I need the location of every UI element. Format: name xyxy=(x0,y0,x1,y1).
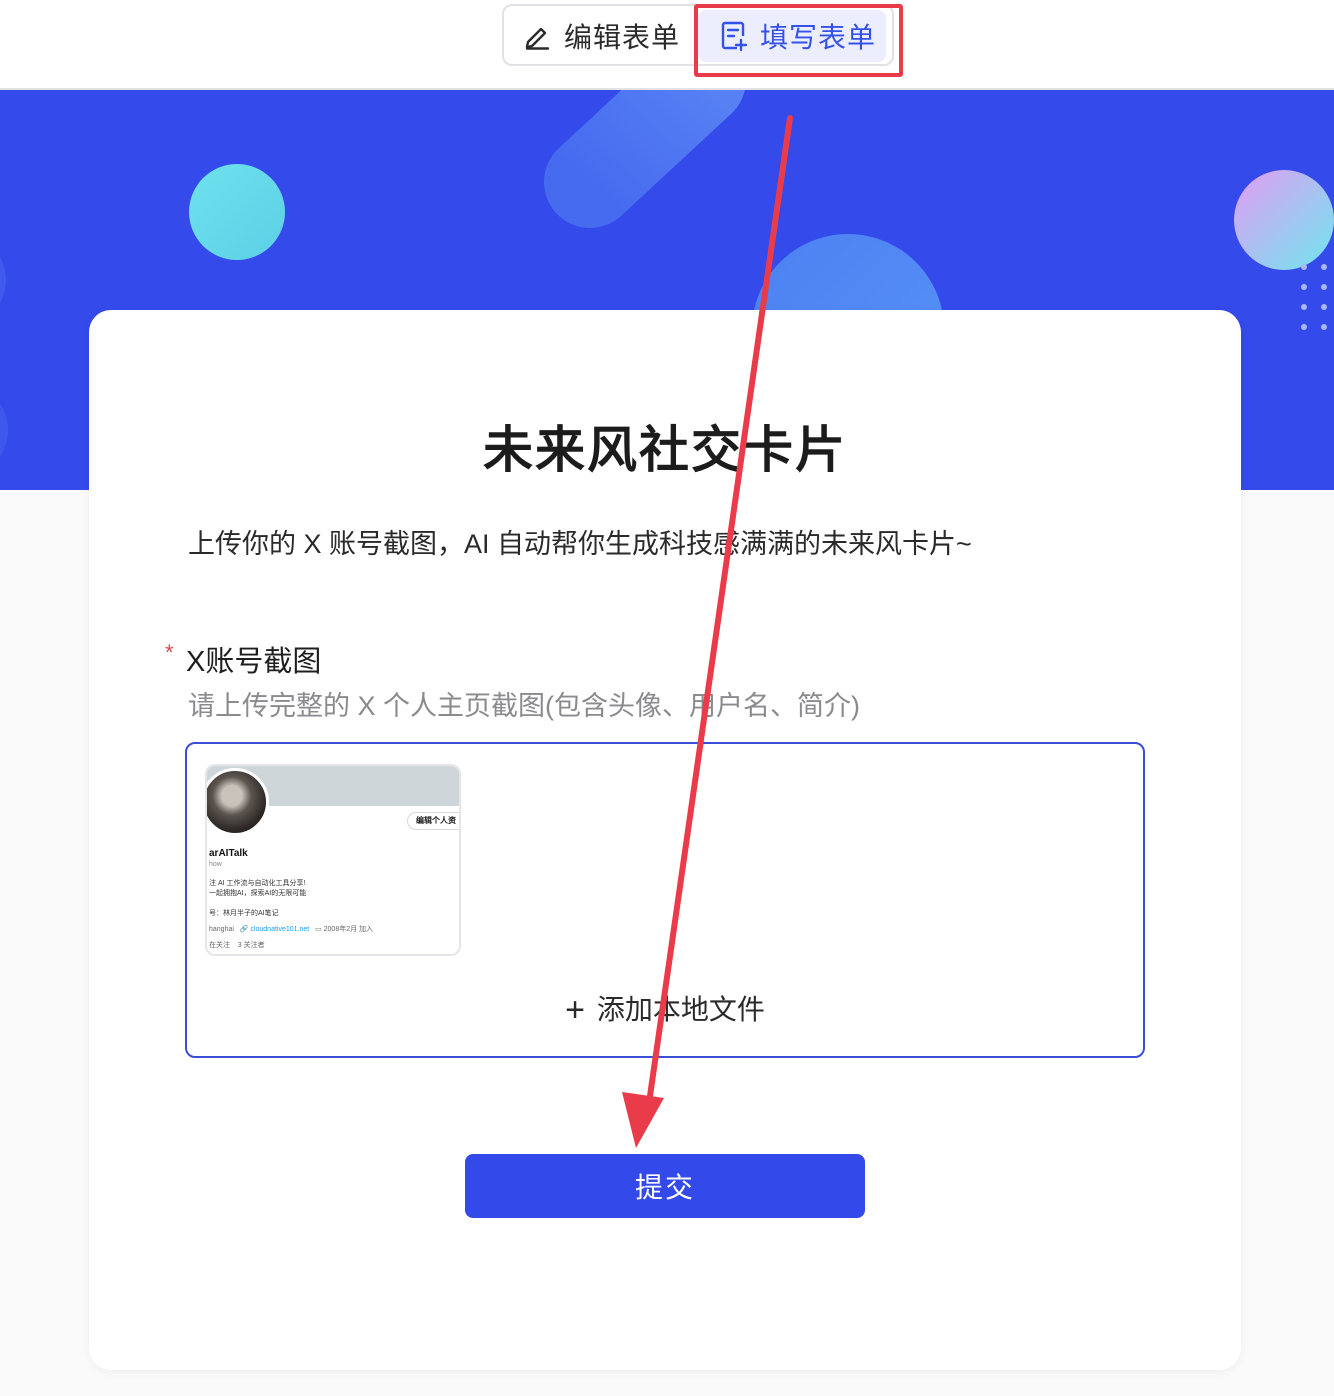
thumb-location: hanghai xyxy=(209,926,234,933)
add-local-file-label: 添加本地文件 xyxy=(596,994,765,1025)
form-title: 未来风社交卡片 xyxy=(483,422,847,478)
field-label: X账号截图 xyxy=(186,646,322,678)
required-mark: * xyxy=(165,640,174,665)
submit-button[interactable]: 提交 xyxy=(465,1154,865,1218)
thumb-bio-line: 号：林月半子的AI笔记 xyxy=(209,910,279,917)
thumb-bio-line: 注 AI 工作流与自动化工具分享! xyxy=(209,880,306,887)
thumb-link: cloudnative101.net xyxy=(250,926,310,933)
calendar-icon: ▭ xyxy=(315,926,322,933)
top-toolbar: 编辑表单 填写表单 xyxy=(0,0,1334,90)
edit-form-tab[interactable]: 编辑表单 xyxy=(522,10,692,62)
pencil-icon xyxy=(525,27,550,50)
thumb-follow: 在关注 3 关注者 xyxy=(209,940,265,950)
thumb-followers: 3 关注者 xyxy=(237,942,265,949)
annotation-highlight-box xyxy=(694,4,903,77)
upload-area[interactable]: 编辑个人资 arAITalk how 注 AI 工作流与自动化工具分享! 一起拥… xyxy=(185,742,1145,1058)
thumb-edit-profile-button: 编辑个人资 xyxy=(407,812,459,830)
add-local-file-button[interactable]: + 添加本地文件 xyxy=(187,988,1143,1030)
uploaded-image-thumbnail[interactable]: 编辑个人资 arAITalk how 注 AI 工作流与自动化工具分享! 一起拥… xyxy=(205,764,461,956)
avatar xyxy=(207,768,269,836)
thumb-bio-line: 一起拥抱AI，探索AI的无限可能 xyxy=(209,890,307,897)
thumb-display-name: arAITalk xyxy=(209,848,248,859)
thumb-meta: hanghai 🔗 cloudnative101.net ▭ 2008年2月 加… xyxy=(209,924,373,934)
form-card: 未来风社交卡片 上传你的 X 账号截图，AI 自动帮你生成科技感满满的未来风卡片… xyxy=(89,310,1241,1370)
edit-form-label: 编辑表单 xyxy=(564,22,681,53)
link-icon: 🔗 xyxy=(239,926,249,933)
plus-icon: + xyxy=(565,991,585,1029)
thumb-following: 在关注 xyxy=(209,942,230,949)
thumb-handle: how xyxy=(209,861,222,868)
form-description: 上传你的 X 账号截图，AI 自动帮你生成科技感满满的未来风卡片~ xyxy=(188,529,972,559)
thumb-joined: 2008年2月 加入 xyxy=(323,926,374,933)
field-hint: 请上传完整的 X 个人主页截图(包含头像、用户名、简介) xyxy=(188,691,860,721)
